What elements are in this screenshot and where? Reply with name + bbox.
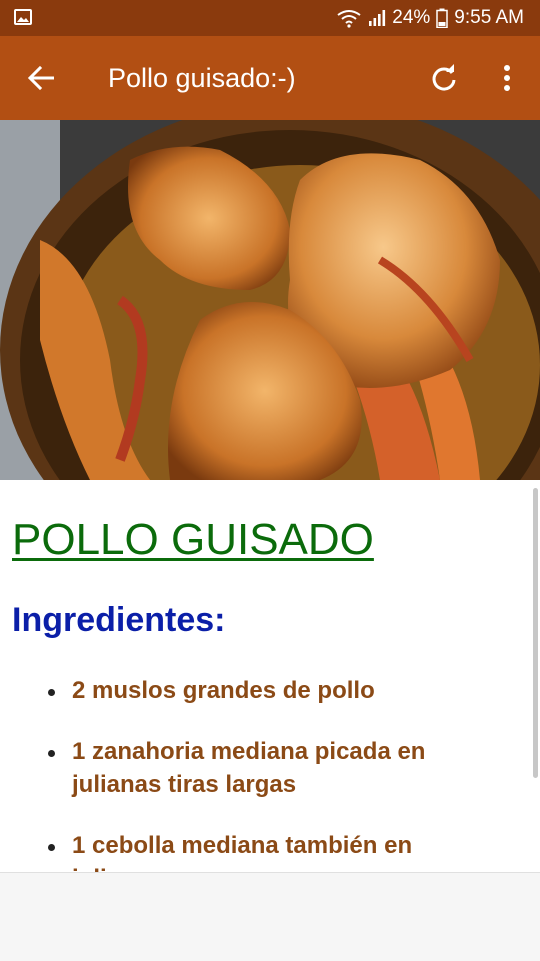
recipe-title: POLLO GUISADO bbox=[12, 515, 374, 564]
app-bar: Pollo guisado:-) bbox=[0, 36, 540, 120]
wifi-icon bbox=[337, 10, 361, 28]
bullet bbox=[48, 750, 55, 757]
ingredient-text: 2 muslos grandes de pollo bbox=[72, 677, 375, 704]
bottom-panel bbox=[0, 872, 540, 961]
ingredient-text: 1 zanahoria mediana picada en julianas t… bbox=[72, 738, 426, 798]
list-item: 1 cebolla mediana también en julianas bbox=[48, 829, 498, 872]
more-vert-icon[interactable] bbox=[490, 60, 524, 96]
bullet bbox=[48, 844, 55, 851]
clock: 9:55 AM bbox=[454, 7, 524, 28]
bullet bbox=[48, 689, 55, 696]
ingredients-heading: Ingredientes: bbox=[12, 601, 226, 639]
back-arrow-icon[interactable] bbox=[22, 60, 62, 96]
signal-icon bbox=[369, 10, 386, 26]
dish-photo bbox=[0, 120, 540, 480]
page-title: Pollo guisado:-) bbox=[108, 63, 296, 93]
status-bar: 24% 9:55 AM bbox=[0, 0, 540, 36]
image-icon bbox=[14, 9, 32, 25]
ingredient-text: 1 cebolla mediana también en julianas bbox=[72, 832, 413, 872]
battery-icon bbox=[436, 8, 449, 28]
refresh-icon[interactable] bbox=[424, 60, 464, 96]
battery-percent: 24% bbox=[392, 7, 431, 28]
scrollbar[interactable] bbox=[533, 488, 538, 778]
status-right: 24% 9:55 AM bbox=[336, 6, 524, 30]
